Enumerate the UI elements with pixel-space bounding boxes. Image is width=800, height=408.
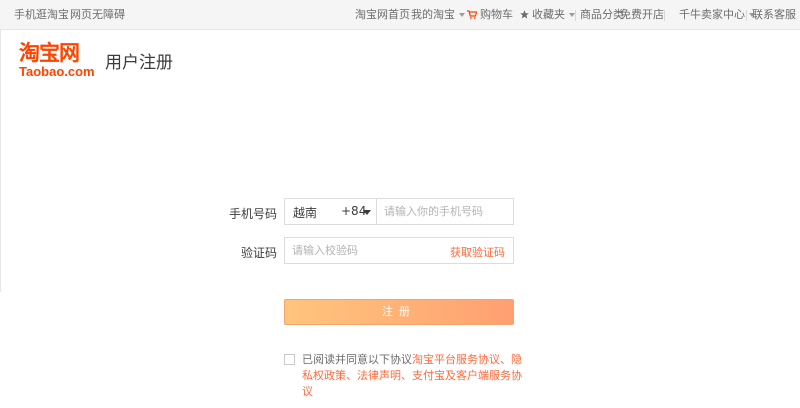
mobile-taobao-link[interactable]: 手机逛淘宝 — [14, 0, 69, 30]
country-select[interactable]: 越南 +84 — [285, 199, 377, 224]
favorites-menu[interactable]: 收藏夹 — [520, 0, 575, 30]
agreement-prefix: 已阅读并同意以下协议 — [302, 353, 412, 366]
cart-icon — [467, 10, 478, 19]
page-title: 用户注册 — [105, 53, 173, 73]
categories-link[interactable]: 商品分类 — [580, 0, 624, 30]
agreement-separator: 、 — [500, 353, 511, 366]
divider — [664, 10, 665, 21]
caret-down-icon — [363, 210, 371, 215]
register-button[interactable]: 注册 — [284, 299, 514, 325]
agree-checkbox[interactable] — [284, 354, 295, 365]
code-label: 验证码 — [240, 246, 277, 260]
cart-link[interactable]: 购物车 — [467, 0, 513, 30]
cart-label: 购物车 — [480, 8, 513, 21]
favorites-label: 收藏夹 — [532, 8, 565, 21]
agreement-text: 已阅读并同意以下协议淘宝平台服务协议、隐私权政策、法律声明、支付宝及客户端服务协… — [302, 352, 532, 400]
agreement-separator: 、 — [401, 369, 412, 382]
logo-text-en: Taobao.com — [19, 64, 95, 79]
get-code-button[interactable]: 获取验证码 — [450, 244, 505, 260]
support-menu[interactable]: 联系客服 — [752, 0, 800, 30]
chevron-down-icon — [459, 13, 465, 17]
my-taobao-label: 我的淘宝 — [411, 8, 455, 21]
divider — [746, 10, 747, 21]
code-input[interactable] — [285, 238, 435, 263]
accessibility-link[interactable]: 网页无障碍 — [70, 0, 125, 30]
my-taobao-menu[interactable]: 我的淘宝 — [411, 0, 465, 30]
phone-input[interactable] — [377, 199, 513, 224]
taobao-logo[interactable]: 淘宝网 Taobao.com — [19, 41, 95, 79]
agreement-separator: 、 — [346, 369, 357, 382]
seller-center-label: 千牛卖家中心 — [679, 8, 745, 21]
code-field: 获取验证码 — [284, 237, 514, 264]
open-shop-link[interactable]: 免费开店 — [620, 0, 664, 30]
left-edge-line — [0, 30, 1, 292]
taobao-home-link[interactable]: 淘宝网首页 — [355, 0, 410, 30]
seller-center-menu[interactable]: 千牛卖家中心 — [679, 0, 755, 30]
star-icon — [520, 10, 529, 19]
phone-field: 越南 +84 — [284, 198, 514, 225]
platform-agreement-link[interactable]: 淘宝平台服务协议 — [412, 353, 500, 366]
top-bar: 手机逛淘宝 网页无障碍 淘宝网首页 我的淘宝 购物车 收藏夹 商品分类 免费开店… — [0, 0, 800, 30]
phone-label: 手机号码 — [228, 207, 277, 221]
logo-text-cn: 淘宝网 — [19, 41, 80, 65]
divider — [575, 10, 576, 21]
country-name: 越南 — [293, 206, 318, 220]
legal-notice-link[interactable]: 法律声明 — [357, 369, 401, 382]
support-label: 联系客服 — [752, 8, 796, 21]
